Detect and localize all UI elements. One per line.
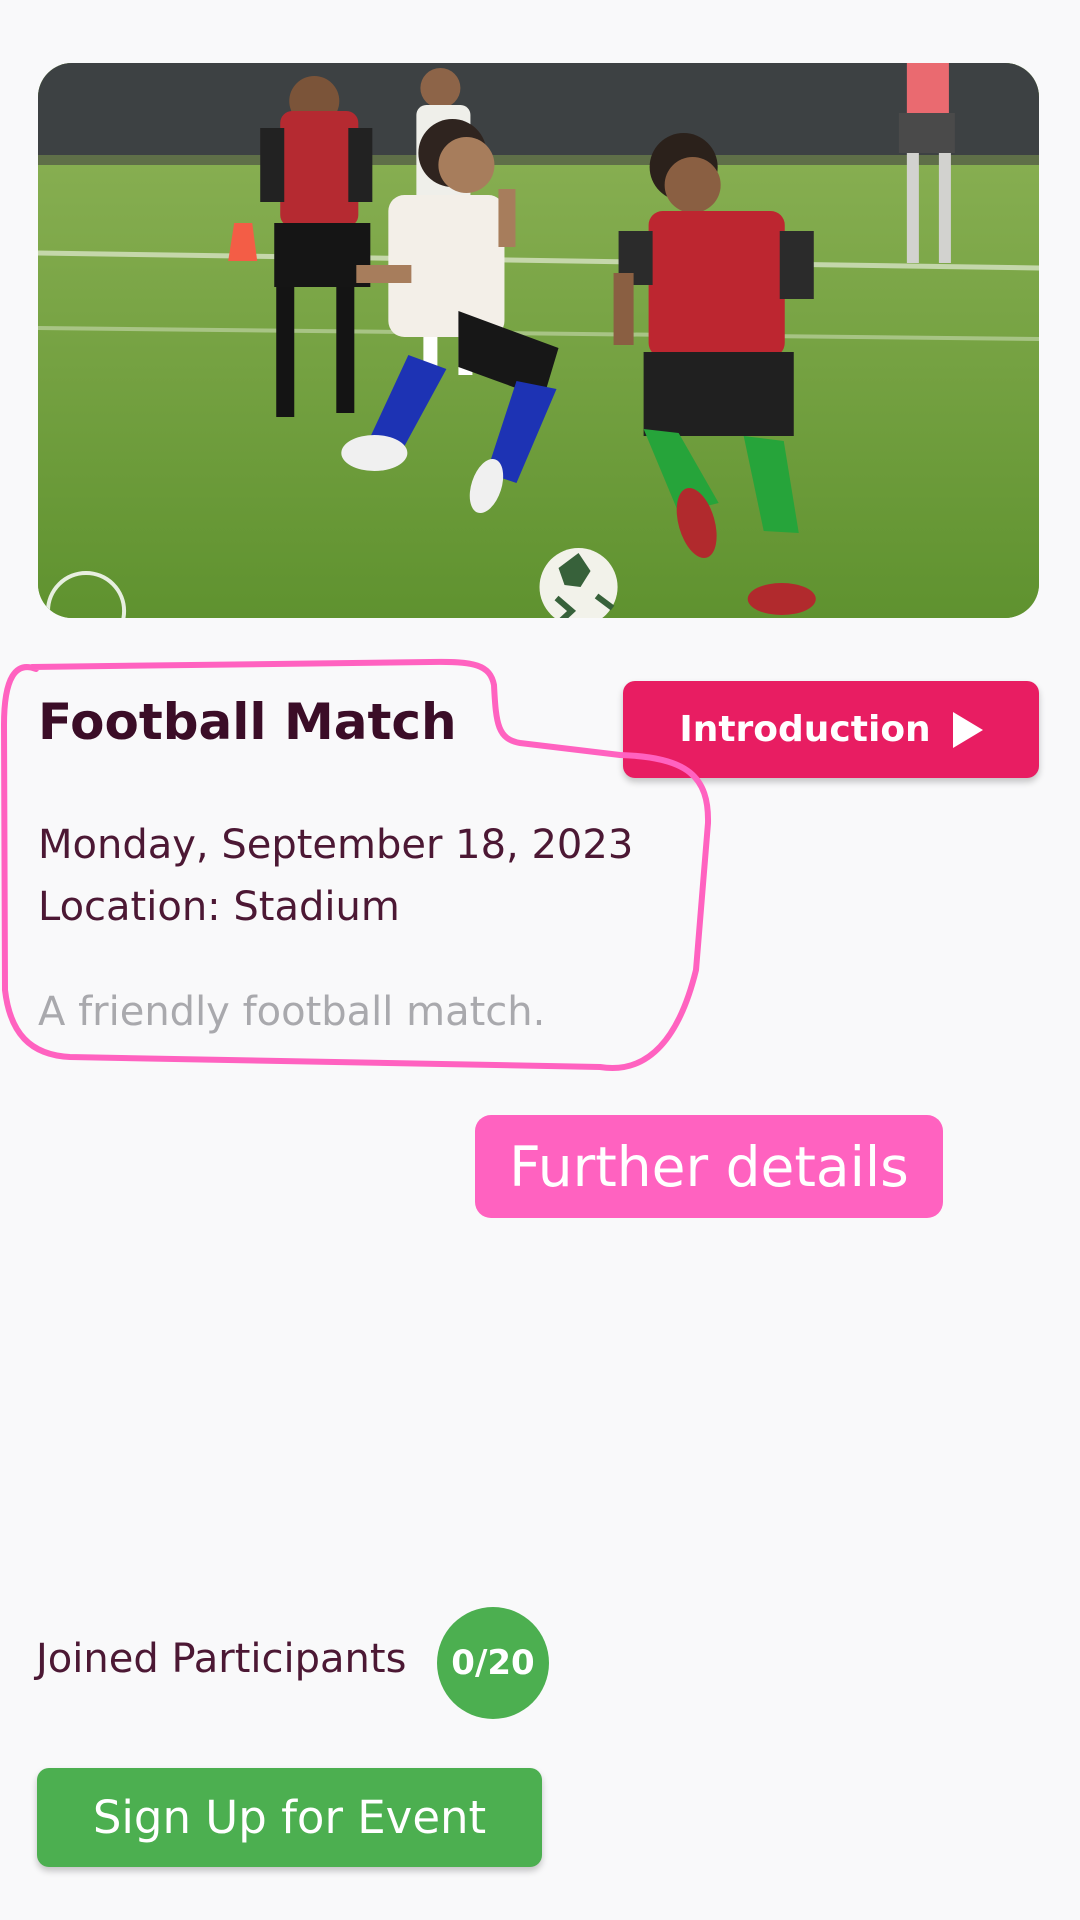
event-location: Location: Stadium: [38, 884, 400, 930]
participants-count-badge: 0/20: [437, 1607, 549, 1719]
event-description: A friendly football match.: [38, 989, 546, 1035]
introduction-button[interactable]: Introduction: [623, 681, 1039, 778]
event-date: Monday, September 18, 2023: [38, 822, 634, 868]
play-icon: [952, 711, 983, 748]
further-details-callout: Further details: [475, 1115, 943, 1218]
event-hero-image: [38, 63, 1039, 618]
event-title: Football Match: [38, 693, 457, 751]
football-photo: [38, 63, 1039, 618]
participants-label: Joined Participants: [36, 1636, 407, 1682]
introduction-button-label: Introduction: [679, 709, 931, 750]
sign-up-button[interactable]: Sign Up for Event: [37, 1768, 542, 1867]
